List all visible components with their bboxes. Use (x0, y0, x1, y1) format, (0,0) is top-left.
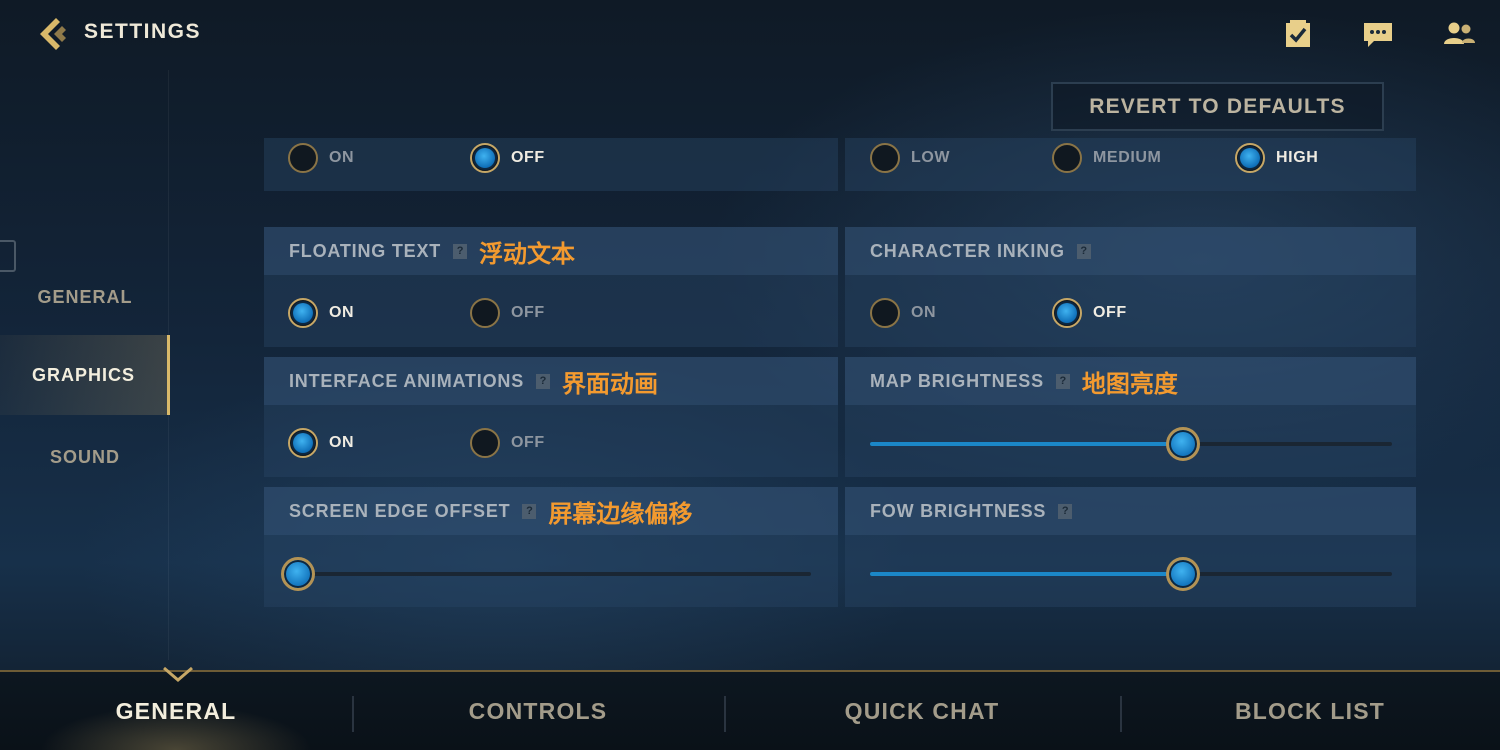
slider-fill (870, 442, 1184, 446)
setting-label: FOW BRIGHTNESS (870, 500, 1047, 521)
slider-handle[interactable] (1166, 427, 1201, 461)
translation-note: 界面动画 (562, 369, 658, 398)
setting-panel-fow-brightness: FOW BRIGHTNESS ? (845, 487, 1416, 607)
tab-block-list[interactable]: BLOCK LIST (1120, 672, 1500, 750)
translation-note: 浮动文本 (479, 239, 576, 268)
tab-divider (1120, 696, 1122, 732)
radio-circle (870, 143, 900, 173)
radio-on[interactable]: ON (288, 143, 354, 173)
radio-label: OFF (1093, 304, 1127, 321)
radio-off[interactable]: OFF (1052, 298, 1127, 328)
radio-label: OFF (511, 304, 545, 321)
setting-panel-top-right: LOW MEDIUM HIGH (845, 138, 1416, 191)
map-brightness-slider[interactable] (870, 427, 1392, 461)
radio-label: MEDIUM (1093, 149, 1162, 166)
setting-header: MAP BRIGHTNESS ? 地图亮度 (845, 357, 1416, 405)
radio-on[interactable]: ON (288, 298, 354, 328)
tab-quick-chat[interactable]: QUICK CHAT (724, 672, 1120, 750)
radio-label: ON (911, 304, 937, 321)
setting-panel-interface-animations: INTERFACE ANIMATIONS ? 界面动画 ON OFF (264, 357, 838, 477)
radio-circle (470, 298, 500, 328)
chat-icon[interactable] (1362, 18, 1394, 50)
setting-label: INTERFACE ANIMATIONS (289, 370, 524, 391)
help-icon[interactable]: ? (1076, 243, 1091, 259)
radio-circle (870, 298, 900, 328)
setting-label: CHARACTER INKING (870, 240, 1065, 261)
page-title: SETTINGS (84, 20, 202, 43)
screen-edge-offset-slider[interactable] (281, 557, 811, 591)
setting-panel-character-inking: CHARACTER INKING ? ON OFF (845, 227, 1416, 347)
radio-label: LOW (911, 149, 951, 166)
radio-label: OFF (511, 434, 545, 451)
translation-note: 屏幕边缘偏移 (548, 499, 693, 528)
radio-circle-selected (1052, 298, 1082, 328)
sidebar-item-general[interactable]: GENERAL (0, 257, 170, 337)
radio-on[interactable]: ON (288, 428, 354, 458)
tab-controls[interactable]: CONTROLS (352, 672, 724, 750)
tasks-icon[interactable] (1282, 18, 1314, 50)
fow-brightness-slider[interactable] (870, 557, 1392, 591)
radio-label: ON (329, 434, 355, 451)
setting-header: FLOATING TEXT ? 浮动文本 (264, 227, 838, 275)
setting-label: SCREEN EDGE OFFSET (289, 500, 511, 521)
setting-panel-map-brightness: MAP BRIGHTNESS ? 地图亮度 (845, 357, 1416, 477)
help-icon[interactable]: ? (1055, 373, 1070, 389)
help-icon[interactable]: ? (536, 373, 550, 389)
friends-icon[interactable] (1442, 18, 1475, 50)
setting-header: FOW BRIGHTNESS ? (845, 487, 1416, 535)
tab-divider (352, 696, 354, 732)
slider-handle[interactable] (281, 557, 315, 591)
setting-label: FLOATING TEXT (289, 240, 442, 261)
setting-header: SCREEN EDGE OFFSET ? 屏幕边缘偏移 (264, 487, 838, 535)
setting-label: MAP BRIGHTNESS (870, 370, 1044, 391)
translation-note: 地图亮度 (1081, 369, 1178, 398)
slider-fill (870, 572, 1184, 576)
radio-circle-selected (288, 428, 318, 458)
radio-on[interactable]: ON (870, 298, 936, 328)
setting-panel-top-left: ON OFF (264, 138, 838, 191)
setting-panel-screen-edge-offset: SCREEN EDGE OFFSET ? 屏幕边缘偏移 (264, 487, 838, 607)
radio-circle-selected (288, 298, 318, 328)
radio-circle (470, 428, 500, 458)
setting-header: INTERFACE ANIMATIONS ? 界面动画 (264, 357, 838, 405)
tab-divider (724, 696, 726, 732)
back-icon (40, 18, 66, 50)
sidebar-item-sound[interactable]: SOUND (0, 417, 170, 497)
radio-label: OFF (511, 149, 545, 166)
help-icon[interactable]: ? (1058, 503, 1073, 519)
slider-handle[interactable] (1166, 557, 1201, 591)
help-icon[interactable]: ? (522, 503, 537, 519)
radio-label: HIGH (1276, 149, 1319, 166)
radio-label: ON (329, 304, 355, 321)
sidebar-item-graphics[interactable]: GRAPHICS (0, 335, 170, 415)
radio-label: ON (329, 149, 355, 166)
radio-circle (288, 143, 318, 173)
revert-to-defaults-button[interactable]: REVERT TO DEFAULTS (1051, 82, 1384, 131)
help-icon[interactable]: ? (453, 243, 468, 259)
setting-panel-floating-text: FLOATING TEXT ? 浮动文本 ON OFF (264, 227, 838, 347)
chevron-down-icon (162, 664, 194, 684)
radio-high[interactable]: HIGH (1235, 143, 1318, 173)
back-button[interactable] (34, 14, 74, 54)
radio-circle (1052, 143, 1082, 173)
radio-off[interactable]: OFF (470, 298, 545, 328)
setting-header: CHARACTER INKING ? (845, 227, 1416, 275)
radio-off[interactable]: OFF (470, 428, 545, 458)
radio-medium[interactable]: MEDIUM (1052, 143, 1161, 173)
radio-off[interactable]: OFF (470, 143, 545, 173)
radio-low[interactable]: LOW (870, 143, 950, 173)
radio-circle-selected (470, 143, 500, 173)
radio-circle-selected (1235, 143, 1265, 173)
